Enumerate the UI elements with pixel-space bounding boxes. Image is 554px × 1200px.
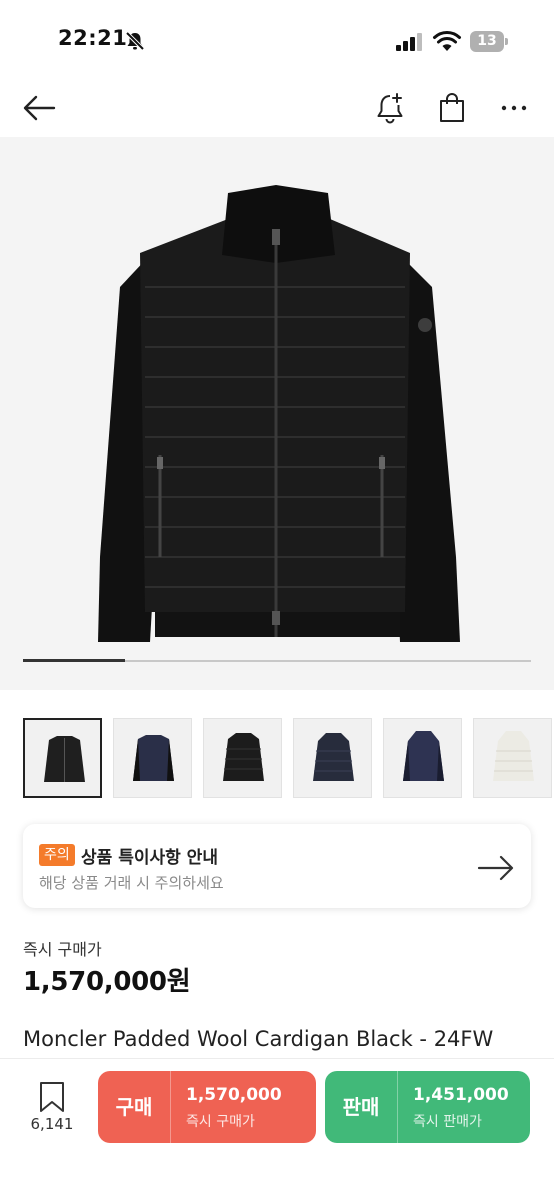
bottom-action-bar: 6,141 구매 1,570,000 즉시 구매가 판매 1,451,000 즉… [0, 1058, 554, 1200]
arrow-right-icon [477, 855, 514, 881]
shopping-bag-icon [440, 93, 464, 122]
top-nav [0, 80, 554, 136]
sell-price-label: 즉시 판매가 [413, 1114, 482, 1130]
battery-icon: 13 [470, 31, 508, 52]
status-time: 22:21 [58, 26, 128, 50]
thumbnail-image [493, 731, 534, 781]
sell-label: 판매 [342, 1095, 380, 1119]
sell-price: 1,451,000 [413, 1085, 509, 1105]
wishlist-count: 6,141 [30, 1115, 74, 1133]
product-name: Moncler Padded Wool Cardigan Black - 24F… [23, 1027, 494, 1051]
instant-buy-price-label: 즉시 구매가 [23, 940, 102, 959]
thumbnail-4[interactable] [293, 718, 372, 798]
thumbnail-5[interactable] [383, 718, 462, 798]
wifi-icon [433, 30, 461, 51]
bookmark-icon [40, 1082, 64, 1112]
wishlist-button[interactable]: 6,141 [24, 1081, 80, 1141]
thumbnail-image [223, 733, 264, 781]
back-arrow-icon [23, 95, 56, 121]
bell-plus-icon [377, 93, 403, 124]
bell-off-icon [125, 31, 145, 51]
more-dots-icon [501, 105, 527, 111]
thumbnail-1[interactable] [23, 718, 102, 798]
buy-price: 1,570,000 [186, 1085, 282, 1105]
more-button[interactable] [494, 88, 534, 128]
notice-title: 상품 특이사항 안내 [81, 848, 218, 868]
thumbnail-3[interactable] [203, 718, 282, 798]
thumbnail-2[interactable] [113, 718, 192, 798]
buy-label: 구매 [115, 1095, 153, 1119]
thumbnail-image [403, 731, 444, 781]
product-notice-card[interactable]: 주의 상품 특이사항 안내 해당 상품 거래 시 주의하세요 [23, 824, 531, 908]
thumbnail-image [44, 736, 85, 782]
caution-badge: 주의 [39, 844, 75, 866]
thumbnail-6[interactable] [473, 718, 552, 798]
status-bar: 22:21 13 [0, 0, 554, 80]
thumbnail-image [133, 735, 174, 781]
battery-level: 13 [470, 31, 504, 52]
buy-button[interactable]: 구매 1,570,000 즉시 구매가 [98, 1071, 316, 1143]
cart-button[interactable] [432, 88, 472, 128]
jacket-illustration [98, 185, 460, 642]
image-progress-track [23, 659, 531, 662]
product-image[interactable] [0, 137, 554, 690]
buy-price-label: 즉시 구매가 [186, 1114, 255, 1130]
thumbnail-strip[interactable] [23, 718, 554, 798]
notice-subtitle: 해당 상품 거래 시 주의하세요 [39, 874, 224, 892]
back-button[interactable] [20, 88, 60, 128]
sell-button[interactable]: 판매 1,451,000 즉시 판매가 [325, 1071, 530, 1143]
signal-icon [396, 33, 422, 51]
thumbnail-image [313, 733, 354, 781]
alert-button[interactable] [370, 88, 410, 128]
image-progress-fill [23, 659, 125, 662]
instant-buy-price: 1,570,000원 [23, 967, 191, 997]
